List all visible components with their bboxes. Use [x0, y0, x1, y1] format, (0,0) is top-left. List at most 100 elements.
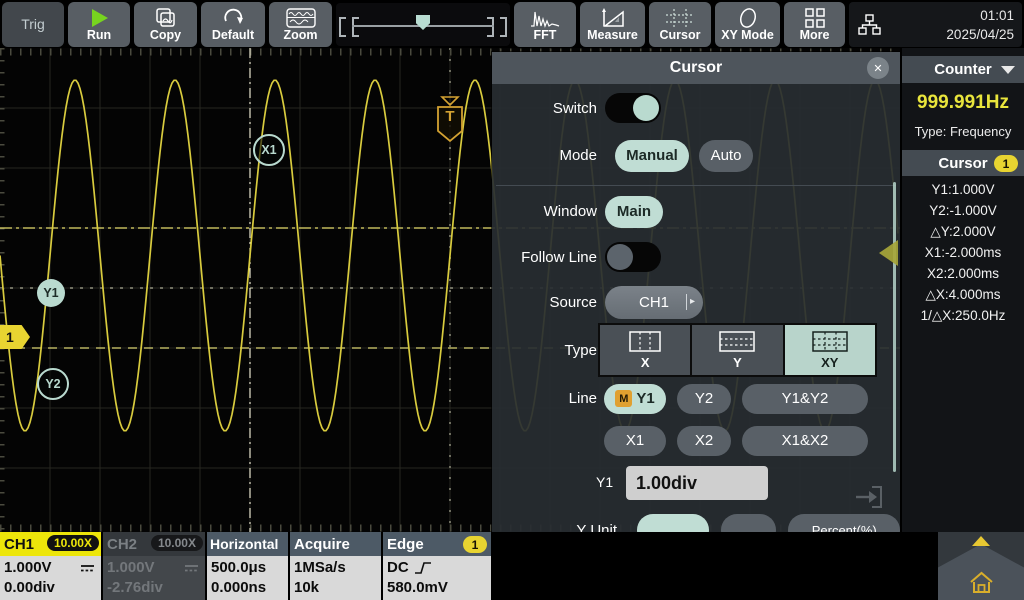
rising-edge-icon: [414, 561, 432, 575]
ch2-block[interactable]: CH2 10.00X 1.000V -2.76div: [103, 532, 205, 600]
trigger-block[interactable]: Edge 1 DC 580.0mV: [383, 532, 491, 600]
trigger-marker[interactable]: T: [434, 96, 466, 144]
ch1-block[interactable]: CH1 10.00X 1.000V 0.00div: [0, 532, 101, 600]
clock-time: 01:01: [946, 6, 1014, 25]
follow-line-label: Follow Line: [492, 249, 597, 266]
status-clock-box: 01:01 2025/04/25: [849, 2, 1022, 47]
trig-button[interactable]: Trig: [2, 2, 64, 47]
run-button[interactable]: Run: [68, 2, 130, 47]
readout-delta-y: △Y:2.000V: [902, 221, 1024, 242]
y-unit-label: Y Unit: [492, 522, 617, 533]
fft-icon: [530, 8, 560, 28]
collapse-up-icon[interactable]: [972, 536, 990, 546]
y-unit-option2-button[interactable]: [721, 514, 777, 532]
y-unit-option1-button[interactable]: [637, 514, 709, 532]
y1-field-value: 1.00div: [636, 473, 697, 494]
measure-button[interactable]: Measure: [580, 2, 645, 47]
xy-ellipse-icon: [735, 8, 761, 28]
counter-title: Counter: [934, 61, 992, 78]
dialog-scrollbar[interactable]: [893, 182, 896, 472]
window-main-button[interactable]: Main: [605, 196, 663, 228]
line-x1-text: X1: [626, 432, 644, 449]
trigger-source-badge: 1: [463, 536, 487, 553]
cursor-x1-text: X1: [261, 143, 276, 157]
cursor-x1-handle[interactable]: X1: [253, 134, 285, 166]
type-y-button[interactable]: Y: [692, 325, 784, 375]
line-x1-button[interactable]: X1: [604, 426, 666, 456]
measure-label: Measure: [587, 29, 638, 42]
ch2-offset: -2.76div: [107, 578, 201, 598]
line-label: Line: [492, 390, 597, 407]
channel1-marker-text: 1: [6, 329, 14, 345]
y1-value-field[interactable]: 1.00div: [626, 466, 768, 500]
dialog-title: Cursor: [670, 59, 722, 77]
trigger-position-slider[interactable]: [336, 3, 510, 46]
cursor-readouts: Y1:1.000V Y2:-1.000V △Y:2.000V X1:-2.000…: [902, 179, 1024, 326]
line-y1-text: Y1: [636, 390, 654, 407]
switch-label: Switch: [492, 100, 597, 117]
fft-button[interactable]: FFT: [514, 2, 576, 47]
follow-line-toggle[interactable]: [605, 242, 661, 272]
type-x-button[interactable]: X: [600, 325, 692, 375]
source-select[interactable]: CH1 ▸: [605, 286, 703, 319]
acquire-sample-rate: 1MSa/s: [294, 558, 377, 578]
ch1-probe-badge: 10.00X: [47, 535, 99, 551]
cursor-y1-text: Y1: [43, 286, 58, 300]
line-y1y2-button[interactable]: Y1&Y2: [742, 384, 868, 414]
more-button[interactable]: More: [784, 2, 845, 47]
cursor-y1-handle[interactable]: Y1: [37, 279, 65, 307]
copy-button[interactable]: Copy: [134, 2, 197, 47]
slider-thumb[interactable]: [416, 15, 430, 30]
horizontal-block[interactable]: Horizontal 500.0μs 0.000ns: [207, 532, 288, 600]
cursor-dialog-header[interactable]: Cursor ✕: [492, 52, 900, 84]
reset-icon: [222, 8, 244, 28]
line-x2-text: X2: [695, 432, 713, 449]
acquire-block[interactable]: Acquire 1MSa/s 10k: [290, 532, 381, 600]
dropdown-caret-icon: ▸: [686, 294, 695, 310]
readout-delta-x: △X:4.000ms: [902, 284, 1024, 305]
trigger-level: 580.0mV: [387, 578, 487, 598]
ch2-probe-badge: 10.00X: [151, 535, 203, 551]
cursor-type-group: X Y XY: [598, 323, 877, 377]
type-xy-text: XY: [821, 356, 838, 369]
cursor-switch-toggle[interactable]: [605, 93, 661, 123]
readout-x2: X2:2.000ms: [902, 263, 1024, 284]
home-icon[interactable]: [968, 570, 995, 596]
mode-manual-button[interactable]: Manual: [615, 140, 689, 172]
dc-coupling-icon: [184, 564, 199, 573]
results-panel: Counter 999.991Hz Type: Frequency Cursor…: [902, 48, 1024, 532]
default-button[interactable]: Default: [201, 2, 265, 47]
cursor-y2-handle[interactable]: Y2: [37, 368, 69, 400]
lan-icon: [857, 13, 881, 37]
line-y1-button[interactable]: M Y1: [604, 384, 666, 414]
cursor-dialog: Cursor ✕ Switch Mode Manual Auto Window …: [492, 52, 900, 532]
mode-auto-button[interactable]: Auto: [699, 140, 753, 172]
cursor-button[interactable]: Cursor: [649, 2, 711, 47]
trigger-coupling: DC: [387, 558, 409, 578]
line-x2-button[interactable]: X2: [677, 426, 731, 456]
line-x1x2-button[interactable]: X1&X2: [742, 426, 868, 456]
y-unit-percent-button[interactable]: Percent(%): [788, 514, 900, 532]
readout-y1: Y1:1.000V: [902, 179, 1024, 200]
enter-arrow-icon[interactable]: [852, 484, 884, 510]
line-y1y2-text: Y1&Y2: [782, 390, 829, 407]
ch1-offset: 0.00div: [4, 578, 97, 598]
mode-label: Mode: [492, 147, 597, 164]
close-icon[interactable]: ✕: [867, 57, 889, 79]
window-main-text: Main: [617, 203, 651, 220]
zoom-button[interactable]: Zoom: [269, 2, 332, 47]
type-xy-button[interactable]: XY: [785, 325, 875, 375]
counter-section-header[interactable]: Counter: [902, 56, 1024, 83]
panel-expand-arrow[interactable]: [879, 240, 898, 266]
xy-mode-label: XY Mode: [721, 29, 774, 42]
xy-mode-button[interactable]: XY Mode: [715, 2, 780, 47]
readout-x1: X1:-2.000ms: [902, 242, 1024, 263]
cursor-section-header[interactable]: Cursor 1: [902, 150, 1024, 176]
line-y2-button[interactable]: Y2: [677, 384, 731, 414]
copy-label: Copy: [150, 29, 181, 42]
acquire-title: Acquire: [294, 536, 350, 553]
slider-outer-right-bracket: [500, 17, 507, 37]
cursor-icon: [665, 8, 695, 28]
readout-inv-delta-x: 1/△X:250.0Hz: [902, 305, 1024, 326]
dc-coupling-icon: [80, 564, 95, 573]
